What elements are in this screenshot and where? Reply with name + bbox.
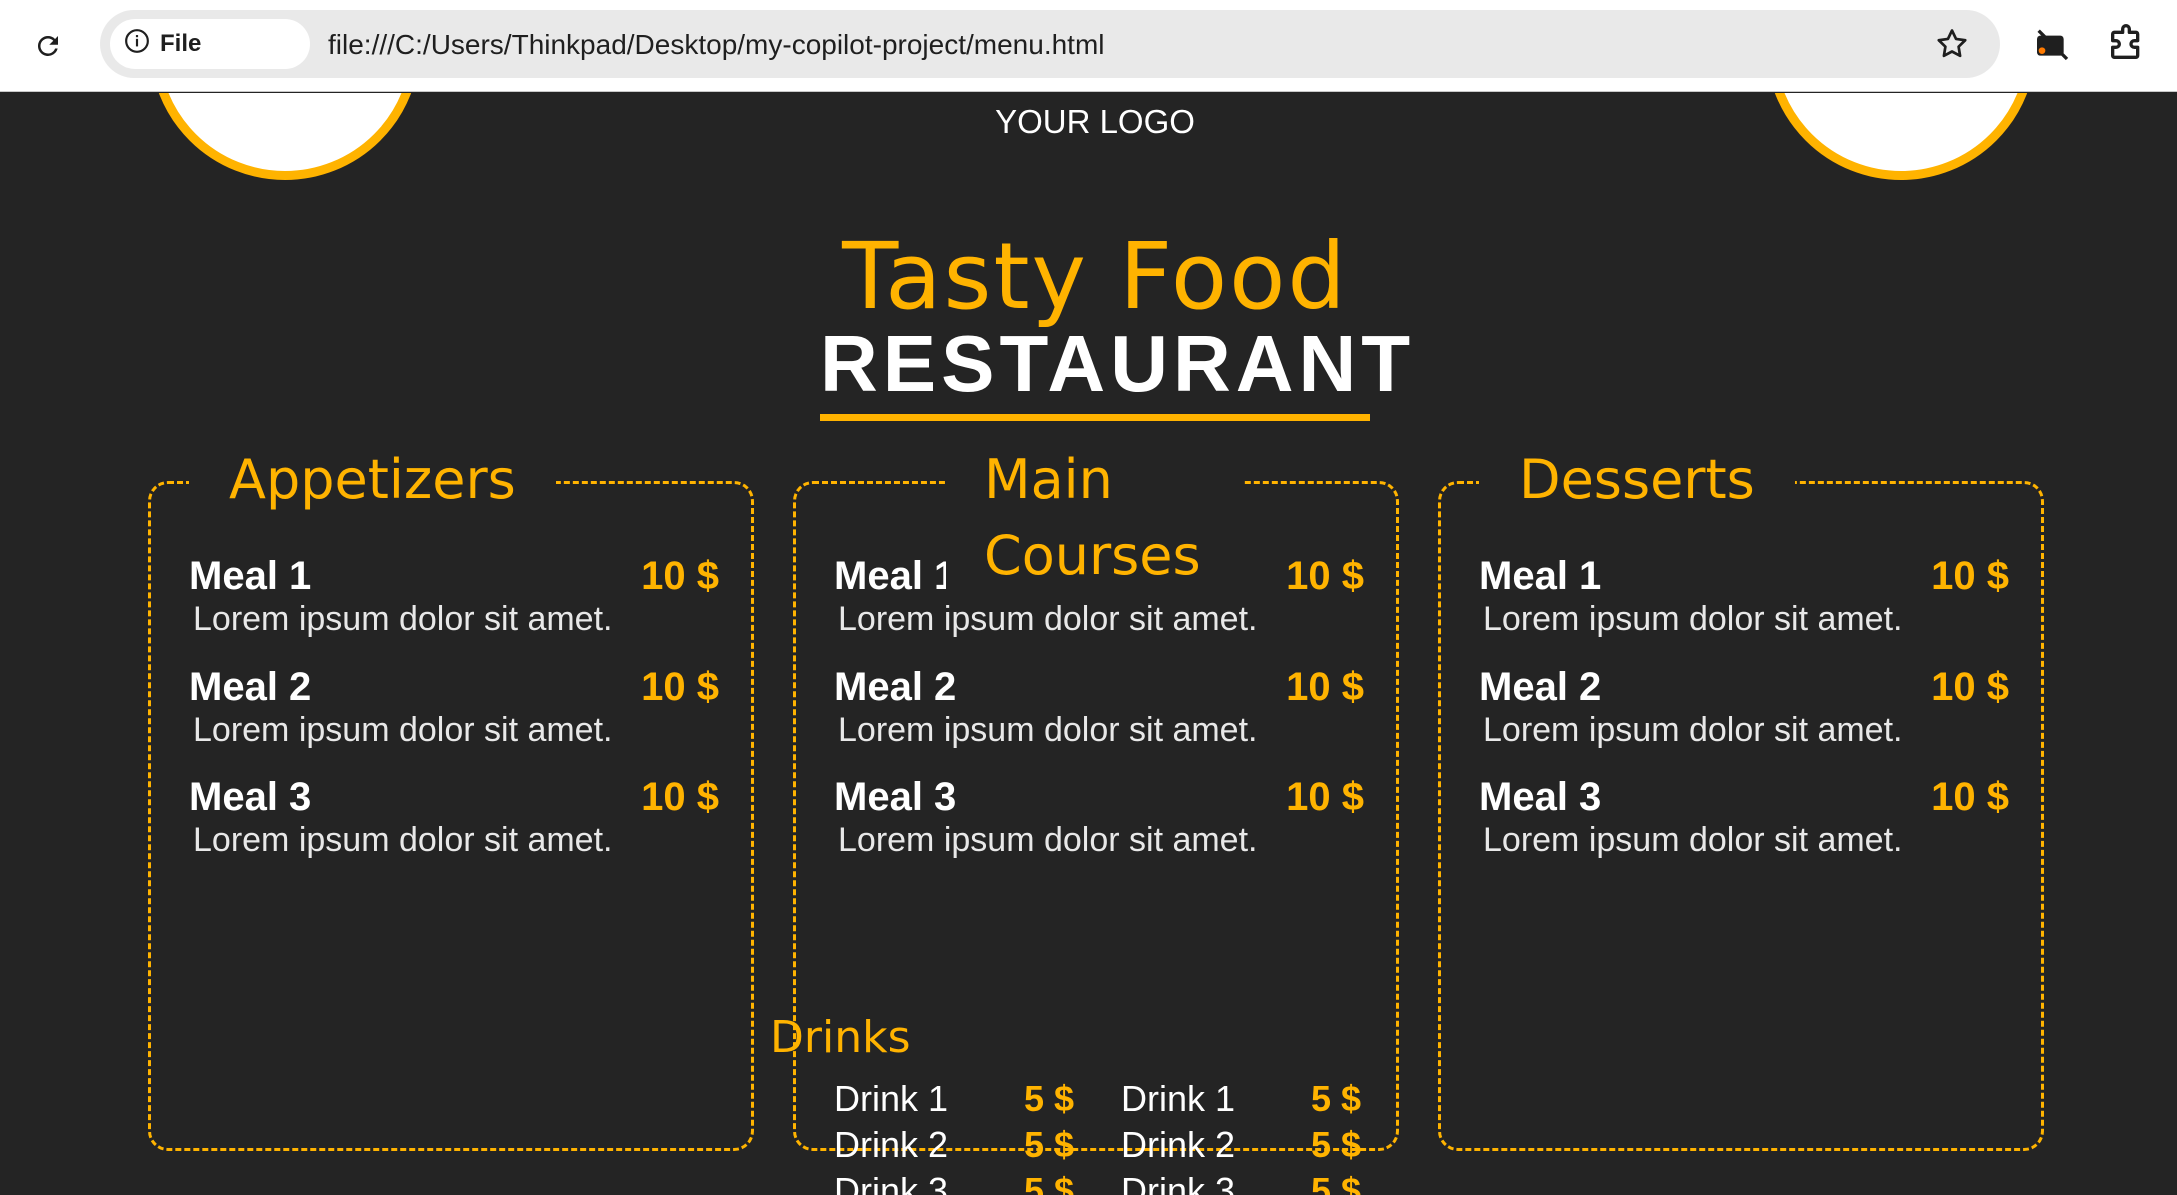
meal-name: Meal 2 xyxy=(834,665,957,709)
meal-description: Lorem ipsum dolor sit amet. xyxy=(193,711,613,749)
drinks-heading: Drinks xyxy=(770,1012,911,1063)
meal-name: Meal 1 xyxy=(1479,554,1602,598)
drink-price: 5 $ xyxy=(1310,1124,1361,1165)
meal-price: 10 $ xyxy=(641,554,719,598)
drink-item: Drink 2 5 $ xyxy=(834,1124,1074,1170)
meal-price: 10 $ xyxy=(1931,554,2009,598)
menu-page: YOUR LOGO Tasty Food RESTAURANT Appetize… xyxy=(0,93,2177,1195)
meal-description: Lorem ipsum dolor sit amet. xyxy=(1483,711,1903,749)
bookmark-star-icon[interactable] xyxy=(1934,26,1970,62)
meal-description: Lorem ipsum dolor sit amet. xyxy=(838,600,1258,638)
drink-name: Drink 1 xyxy=(1121,1078,1236,1119)
drink-name: Drink 3 xyxy=(1121,1170,1236,1195)
drink-name: Drink 2 xyxy=(1121,1124,1236,1165)
meal-description: Lorem ipsum dolor sit amet. xyxy=(838,821,1258,859)
drink-name: Drink 2 xyxy=(834,1124,949,1165)
browser-toolbar: File file:///C:/Users/Thinkpad/Desktop/m… xyxy=(0,0,2177,92)
meal-name: Meal 1 xyxy=(834,554,957,598)
drink-item: Drink 1 5 $ xyxy=(834,1078,1074,1124)
meal-name: Meal 2 xyxy=(189,665,312,709)
appetizers-heading: Appetizers xyxy=(189,442,556,518)
main-courses-heading-line2: Courses xyxy=(984,524,1201,587)
drink-item: Drink 3 5 $ xyxy=(1121,1170,1361,1195)
desserts-heading: Desserts xyxy=(1479,442,1795,518)
meal-price: 10 $ xyxy=(1931,665,2009,709)
drink-name: Drink 1 xyxy=(834,1078,949,1119)
drink-item: Drink 2 5 $ xyxy=(1121,1124,1361,1170)
drink-price: 5 $ xyxy=(1023,1078,1074,1119)
drink-item: Drink 1 5 $ xyxy=(1121,1078,1361,1124)
reload-icon[interactable] xyxy=(28,26,68,66)
meal-description: Lorem ipsum dolor sit amet. xyxy=(1483,600,1903,638)
meal-price: 10 $ xyxy=(1286,665,1364,709)
meal-price: 10 $ xyxy=(641,665,719,709)
meal-price: 10 $ xyxy=(1286,775,1364,819)
drink-price: 5 $ xyxy=(1023,1124,1074,1165)
url-text[interactable]: file:///C:/Users/Thinkpad/Desktop/my-cop… xyxy=(328,29,1105,61)
meal-description: Lorem ipsum dolor sit amet. xyxy=(1483,821,1903,859)
title-restaurant: RESTAURANT xyxy=(820,318,1410,421)
meal-name: Meal 3 xyxy=(834,775,957,819)
drink-price: 5 $ xyxy=(1023,1170,1074,1195)
address-bar[interactable]: File file:///C:/Users/Thinkpad/Desktop/m… xyxy=(100,10,2000,78)
main-courses-heading: Main Courses xyxy=(946,442,1244,594)
drink-price: 5 $ xyxy=(1310,1170,1361,1195)
appetizers-panel: Appetizers Meal 1 10 $ Lorem ipsum dolor… xyxy=(148,442,754,1151)
meal-description: Lorem ipsum dolor sit amet. xyxy=(838,711,1258,749)
main-courses-panel: Meal 1 10 $ Lorem ipsum dolor sit amet. … xyxy=(770,442,1399,1195)
main-courses-heading-line1: Main xyxy=(984,448,1113,511)
meal-description: Lorem ipsum dolor sit amet. xyxy=(193,600,613,638)
site-info-chip[interactable]: File xyxy=(110,19,310,69)
meal-price: 10 $ xyxy=(1931,775,2009,819)
extensions-puzzle-icon[interactable] xyxy=(2106,24,2146,64)
extension-icon[interactable] xyxy=(2032,24,2072,64)
drink-name: Drink 3 xyxy=(834,1170,949,1195)
meal-name: Meal 3 xyxy=(1479,775,1602,819)
drink-price: 5 $ xyxy=(1310,1078,1361,1119)
meal-price: 10 $ xyxy=(641,775,719,819)
meal-price: 10 $ xyxy=(1286,554,1364,598)
logo-text: YOUR LOGO xyxy=(995,103,1195,140)
meal-name: Meal 3 xyxy=(189,775,312,819)
info-icon xyxy=(124,28,150,61)
meal-name: Meal 1 xyxy=(189,554,312,598)
desserts-panel: Desserts Meal 1 10 $ Lorem ipsum dolor s… xyxy=(1438,442,2044,1151)
title-tasty-food: Tasty Food xyxy=(842,223,1348,330)
drink-item: Drink 3 5 $ xyxy=(834,1170,1074,1195)
meal-description: Lorem ipsum dolor sit amet. xyxy=(193,821,613,859)
meal-name: Meal 2 xyxy=(1479,665,1602,709)
site-info-label: File xyxy=(160,30,202,57)
